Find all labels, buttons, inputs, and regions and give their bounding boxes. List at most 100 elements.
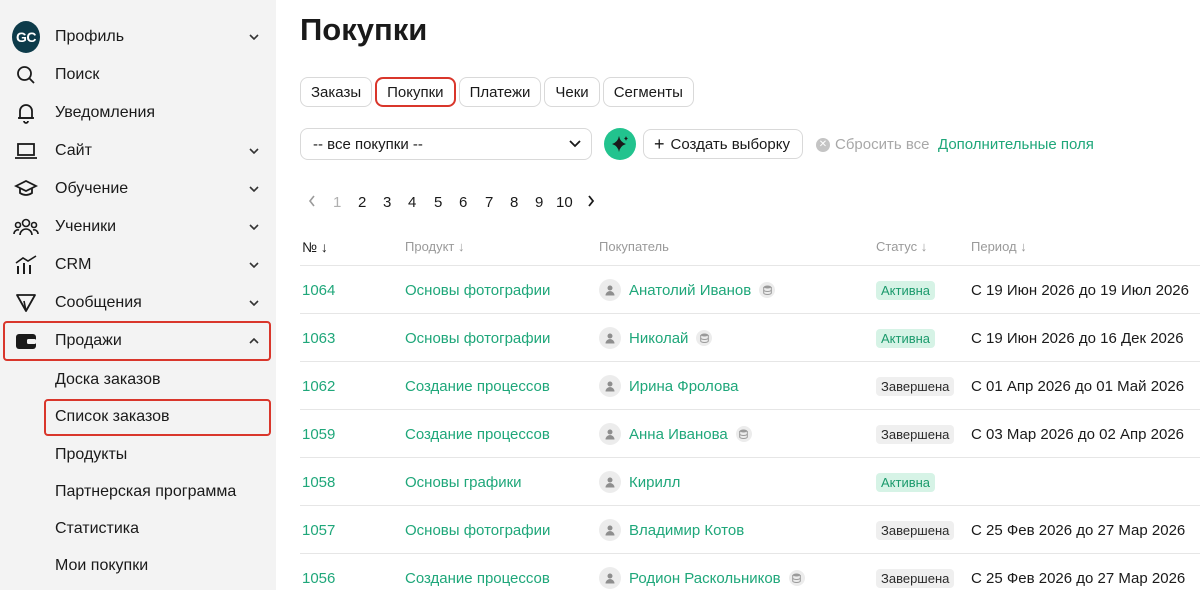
page-10[interactable]: 10 [556, 194, 573, 211]
sidebar-subitem-orders-list[interactable]: Список заказов [55, 408, 170, 426]
order-id-link[interactable]: 1056 [302, 554, 335, 602]
avatar [599, 567, 621, 589]
sidebar-item-label: Поиск [55, 66, 100, 83]
chevron-down-icon [246, 181, 262, 197]
buyer-link[interactable]: Николай [629, 330, 688, 347]
table-row[interactable]: 1063 Основы фотографии Николай Активна С 19 … [300, 313, 1200, 361]
sidebar-item-messages[interactable]: Сообщения [0, 284, 276, 322]
status-cell: Активна [876, 458, 936, 506]
sidebar-item-notifications[interactable]: Уведомления [0, 94, 276, 132]
buyer-cell: Анна Иванова [599, 410, 752, 458]
product-link[interactable]: Основы фотографии [405, 314, 550, 362]
chevron-right-icon[interactable] [587, 194, 595, 212]
sidebar-item-site[interactable]: Сайт [0, 132, 276, 170]
period-cell: С 19 Июн 2026 до 16 Дек 2026 [971, 329, 1184, 347]
page-7[interactable]: 7 [485, 194, 493, 211]
period-cell: С 25 Фев 2026 до 27 Мар 2026 [971, 521, 1186, 539]
sidebar-subitem-products[interactable]: Продукты [55, 446, 127, 464]
table-row[interactable]: 1058 Основы графики Кирилл Активна [300, 457, 1200, 505]
buyer-link[interactable]: Ирина Фролова [629, 378, 738, 395]
extra-fields-link[interactable]: Дополнительные поля [938, 136, 1094, 153]
page-2[interactable]: 2 [358, 194, 366, 211]
wallet-icon [12, 327, 40, 355]
send-icon [12, 289, 40, 317]
tab-receipts[interactable]: Чеки [544, 77, 600, 107]
buyer-link[interactable]: Родион Раскольников [629, 570, 781, 587]
status-cell: Завершена [876, 554, 955, 602]
plus-icon: + [654, 134, 665, 154]
sidebar-item-students[interactable]: Ученики [0, 208, 276, 246]
page-8[interactable]: 8 [510, 194, 518, 211]
order-id-link[interactable]: 1063 [302, 314, 335, 362]
sidebar-subitem-affiliate[interactable]: Партнерская программа [55, 483, 236, 501]
tab-orders[interactable]: Заказы [300, 77, 373, 107]
column-header-num[interactable]: № ↓ [302, 239, 328, 255]
database-icon [788, 570, 805, 586]
table-row[interactable]: 1057 Основы фотографии Владимир Котов Завер… [300, 505, 1200, 553]
chevron-down-icon [246, 295, 262, 311]
sidebar-item-learning[interactable]: Обучение [0, 170, 276, 208]
product-link[interactable]: Основы фотографии [405, 266, 550, 314]
product-link[interactable]: Создание процессов [405, 362, 550, 410]
bell-icon [12, 99, 40, 127]
order-id-link[interactable]: 1064 [302, 266, 335, 314]
reset-all-button[interactable]: ✕ Сбросить все [816, 136, 929, 153]
ai-sparkle-button[interactable] [604, 128, 636, 160]
sidebar-subitem-statistics[interactable]: Статистика [55, 520, 139, 538]
chevron-left-icon[interactable] [308, 194, 316, 212]
order-id-link[interactable]: 1062 [302, 362, 335, 410]
buyer-link[interactable]: Кирилл [629, 474, 680, 491]
order-id-link[interactable]: 1057 [302, 506, 335, 554]
close-icon: ✕ [816, 137, 830, 152]
graduation-cap-icon [12, 175, 40, 203]
table-row[interactable]: 1064 Основы фотографии Анатолий Иванов Акти… [300, 265, 1200, 313]
tab-payments[interactable]: Платежи [458, 77, 542, 107]
product-link[interactable]: Основы графики [405, 458, 522, 506]
product-link[interactable]: Создание процессов [405, 410, 550, 458]
sidebar-item-sales[interactable]: Продажи [0, 322, 276, 360]
sidebar-item-label: Ученики [55, 218, 117, 235]
sidebar-item-label: Сайт [55, 142, 92, 159]
buyer-link[interactable]: Анна Иванова [629, 426, 728, 443]
page-3[interactable]: 3 [383, 194, 391, 211]
page-6[interactable]: 6 [459, 194, 467, 211]
status-cell: Завершена [876, 410, 955, 458]
chevron-down-icon [246, 257, 262, 273]
table-row[interactable]: 1056 Создание процессов Родион Раскольнико… [300, 553, 1200, 601]
page-9[interactable]: 9 [535, 194, 543, 211]
logo: GC [12, 21, 40, 53]
table-row[interactable]: 1062 Создание процессов Ирина Фролова Завер… [300, 361, 1200, 409]
tab-segments[interactable]: Сегменты [602, 77, 694, 107]
database-icon [759, 282, 776, 298]
period-cell: С 03 Мар 2026 до 02 Апр 2026 [971, 425, 1185, 443]
buyer-cell: Родион Раскольников [599, 554, 805, 602]
sidebar-item-label: Уведомления [55, 104, 156, 121]
sidebar-item-search[interactable]: Поиск [0, 56, 276, 94]
page-5[interactable]: 5 [434, 194, 442, 211]
sidebar-subitem-my-purchases[interactable]: Мои покупки [55, 557, 148, 575]
column-header-status[interactable]: Статус ↓ [876, 239, 927, 254]
table-row[interactable]: 1059 Создание процессов Анна Иванова Заверш… [300, 409, 1200, 457]
sidebar-item-label: CRM [55, 256, 92, 273]
product-link[interactable]: Основы фотографии [405, 506, 550, 554]
purchases-filter-select[interactable]: -- все покупки -- [300, 128, 592, 160]
page-1[interactable]: 1 [333, 194, 341, 211]
column-header-product[interactable]: Продукт ↓ [405, 239, 465, 254]
buyer-link[interactable]: Анатолий Иванов [629, 282, 751, 299]
order-id-link[interactable]: 1059 [302, 410, 335, 458]
sidebar-subitem-orders-board[interactable]: Доска заказов [55, 371, 160, 389]
column-header-period[interactable]: Период ↓ [971, 239, 1027, 254]
create-selection-button[interactable]: + Создать выборку [643, 129, 803, 159]
buyer-cell: Кирилл [599, 458, 680, 506]
page-4[interactable]: 4 [408, 194, 416, 211]
status-badge: Завершена [876, 376, 955, 396]
sidebar-item-crm[interactable]: CRM [0, 246, 276, 284]
order-id-link[interactable]: 1058 [302, 458, 335, 506]
chevron-up-icon [246, 333, 262, 349]
sidebar-item-profile[interactable]: GC Профиль [0, 18, 276, 56]
tab-purchases[interactable]: Покупки [375, 77, 456, 107]
buyer-link[interactable]: Владимир Котов [629, 522, 744, 539]
product-link[interactable]: Создание процессов [405, 554, 550, 602]
sidebar-item-label: Продажи [55, 332, 122, 349]
column-header-buyer[interactable]: Покупатель [599, 239, 669, 254]
